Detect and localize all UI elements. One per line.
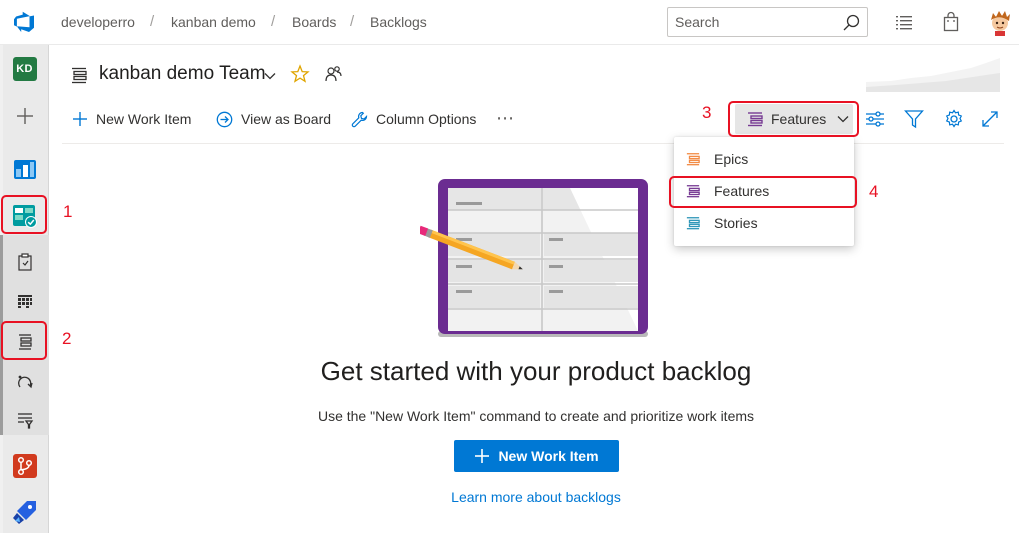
top-bar: developerro / kanban demo / Boards / Bac…	[0, 0, 1019, 45]
stories-level-icon	[686, 217, 700, 230]
breadcrumb-org[interactable]: developerro	[61, 14, 135, 30]
breadcrumb-project[interactable]: kanban demo	[171, 14, 256, 30]
fullscreen-expand-icon[interactable]	[979, 108, 1001, 130]
project-initials: KD	[12, 57, 37, 81]
overview-nav[interactable]	[0, 150, 49, 188]
annotation-number: 1	[63, 202, 73, 221]
breadcrumb-backlogs[interactable]: Backlogs	[370, 14, 427, 30]
team-members-icon[interactable]	[323, 64, 343, 84]
arrow-circle-icon	[216, 111, 233, 127]
work-items-nav[interactable]	[0, 243, 49, 281]
new-item-nav[interactable]	[0, 97, 49, 135]
overview-icon	[13, 160, 36, 179]
annotation-number: 2	[62, 329, 72, 348]
empty-backlog-illustration	[420, 179, 648, 337]
annotation-box-features-item	[669, 176, 857, 208]
menu-item-epics[interactable]: Epics	[674, 143, 854, 175]
new-work-item-label: New Work Item	[96, 111, 192, 127]
plus-icon	[73, 112, 87, 126]
command-bar-divider	[62, 143, 1004, 144]
learn-more-link-text[interactable]: Learn more about backlogs	[451, 489, 621, 505]
filter-icon[interactable]	[903, 108, 925, 130]
breadcrumb-separator: /	[271, 13, 276, 30]
annotation-box-boards	[1, 195, 47, 234]
search-icon[interactable]	[841, 13, 861, 33]
boards-grid-nav[interactable]	[0, 282, 49, 320]
work-items-icon	[17, 253, 32, 271]
view-as-board-label: View as Board	[241, 111, 332, 127]
annotation-box-level-dropdown	[728, 101, 859, 137]
settings-gear-icon[interactable]	[943, 108, 965, 130]
empty-state-title: Get started with your product backlog	[320, 356, 752, 386]
annotation-number: 4	[869, 182, 879, 201]
user-avatar-icon[interactable]	[986, 8, 1014, 36]
azure-devops-logo-icon[interactable]	[12, 10, 36, 34]
learn-more-link[interactable]: Learn more about backlogs	[0, 489, 1019, 505]
new-work-item-button[interactable]: New Work Item	[454, 440, 619, 472]
new-work-item-button-label: New Work Item	[498, 448, 599, 464]
search-box[interactable]	[667, 7, 868, 37]
epics-level-icon	[686, 153, 700, 166]
plus-icon	[475, 449, 490, 463]
breadcrumb-boards[interactable]: Boards	[292, 14, 336, 30]
shopping-bag-icon[interactable]	[940, 11, 962, 33]
team-activity-sparkline	[866, 58, 1000, 92]
chevron-down-icon[interactable]	[263, 69, 277, 83]
column-options-command[interactable]: Column Options	[351, 108, 476, 130]
empty-state-subtitle: Use the "New Work Item" command to creat…	[317, 408, 755, 424]
plus-icon	[16, 108, 33, 124]
view-options-icon[interactable]	[864, 108, 886, 130]
new-work-item-command[interactable]: New Work Item	[72, 108, 191, 130]
view-as-board-command[interactable]: View as Board	[216, 108, 331, 130]
annotation-box-backlogs	[1, 321, 47, 360]
team-title[interactable]: kanban demo Team	[99, 63, 266, 85]
more-actions-button[interactable]: ⋯	[496, 108, 515, 129]
menu-item-label: Epics	[714, 151, 749, 167]
search-input[interactable]	[675, 13, 835, 31]
boards-grid-icon	[17, 295, 32, 308]
repos-icon	[12, 454, 37, 478]
breadcrumb-separator: /	[150, 13, 155, 30]
annotation-number: 3	[702, 103, 712, 122]
wrench-icon	[351, 111, 368, 127]
task-list-icon[interactable]	[893, 11, 915, 33]
backlog-team-icon	[72, 67, 87, 84]
favorite-star-icon[interactable]	[290, 64, 310, 84]
project-avatar[interactable]: KD	[0, 50, 49, 88]
column-options-label: Column Options	[376, 111, 477, 127]
left-navigation: KD	[0, 45, 49, 533]
repos-nav[interactable]	[0, 447, 49, 485]
menu-item-stories[interactable]: Stories	[674, 207, 854, 239]
breadcrumb-separator: /	[350, 13, 355, 30]
menu-item-label: Stories	[714, 215, 758, 231]
